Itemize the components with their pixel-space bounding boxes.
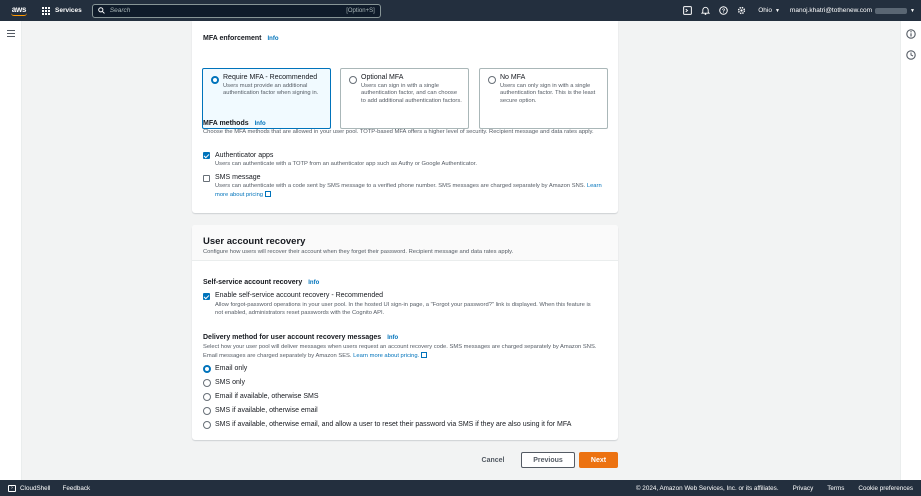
search-input[interactable]	[109, 7, 342, 14]
info-link[interactable]: Info	[255, 121, 266, 127]
grid-icon	[42, 6, 50, 15]
external-link-icon	[421, 351, 428, 358]
hamburger-menu-icon[interactable]	[7, 30, 15, 37]
search-shortcut: [Option+S]	[346, 7, 375, 14]
authenticator-apps-description: Users can authenticate with a TOTP from …	[215, 161, 477, 167]
radio-button[interactable]	[349, 76, 357, 84]
cancel-button[interactable]: Cancel	[476, 453, 510, 467]
cookie-preferences-link[interactable]: Cookie preferences	[858, 485, 913, 492]
radio-sms-otherwise-email[interactable]	[203, 407, 211, 415]
section-header: User account recovery Configure how user…	[192, 225, 618, 261]
console-footer: › CloudShell Feedback © 2024, Amazon Web…	[0, 480, 921, 496]
mfa-enforcement-heading: MFA enforcement Info	[203, 35, 279, 42]
enable-self-service-recovery-label: Enable self-service account recovery - R…	[215, 292, 384, 299]
right-side-rail	[900, 21, 921, 480]
radio-button[interactable]	[488, 76, 496, 84]
sms-message-description: Users can authenticate with a code sent …	[215, 183, 602, 198]
delivery-method-description: Select how your user pool will deliver m…	[203, 344, 597, 359]
delivery-option-label: SMS if available, otherwise email	[215, 407, 318, 414]
search-bar[interactable]: [Option+S]	[91, 3, 381, 18]
section-subtitle: Configure how users will recover their a…	[203, 249, 514, 255]
redacted-account-id	[875, 7, 908, 14]
user-account-recovery-panel: User account recovery Configure how user…	[192, 225, 618, 440]
previous-button[interactable]: Previous	[521, 452, 575, 468]
radio-sms-otherwise-email-allow-mfa-reset[interactable]	[203, 421, 211, 429]
info-link[interactable]: Info	[308, 280, 319, 286]
enable-self-service-recovery-checkbox[interactable]	[203, 293, 210, 300]
aws-logo[interactable]: aws	[8, 3, 30, 19]
left-side-rail	[0, 21, 22, 480]
delivery-method-heading: Delivery method for user account recover…	[203, 334, 399, 341]
delivery-option-label: SMS only	[215, 379, 245, 386]
settings-gear-icon[interactable]	[732, 0, 750, 21]
region-selector[interactable]: Ohio ▼	[758, 7, 780, 14]
external-link-icon	[265, 190, 272, 197]
mfa-methods-description: Choose the MFA methods that are allowed …	[203, 129, 594, 135]
terms-link[interactable]: Terms	[827, 485, 844, 492]
cloudshell-icon[interactable]	[678, 0, 696, 21]
mfa-option-none[interactable]: No MFA Users can only sign in with a sin…	[479, 68, 608, 129]
radio-button[interactable]	[211, 76, 219, 84]
privacy-link[interactable]: Privacy	[793, 485, 814, 492]
notifications-bell-icon[interactable]	[696, 0, 714, 21]
learn-more-pricing-link[interactable]: Learn more about pricing.	[353, 353, 419, 359]
radio-email-otherwise-sms[interactable]	[203, 393, 211, 401]
next-button[interactable]: Next	[579, 452, 618, 468]
svg-text:?: ?	[722, 8, 725, 14]
enable-self-service-recovery-description: Allow forgot-password operations in your…	[215, 302, 591, 316]
top-navigation: aws Services [Option+S] ? Ohio ▼ manoj.k…	[0, 0, 921, 21]
clock-icon[interactable]	[906, 50, 916, 60]
cloudshell-button[interactable]: › CloudShell	[8, 484, 50, 492]
info-link[interactable]: Info	[267, 36, 278, 42]
self-service-recovery-heading: Self-service account recovery Info	[203, 279, 320, 286]
copyright-text: © 2024, Amazon Web Services, Inc. or its…	[635, 484, 779, 492]
caret-down-icon: ▼	[910, 7, 915, 14]
mfa-option-optional[interactable]: Optional MFA Users can sign in with a si…	[340, 68, 469, 129]
info-link[interactable]: Info	[387, 335, 398, 341]
delivery-option-label: Email if available, otherwise SMS	[215, 393, 319, 400]
sms-message-label: SMS message	[215, 174, 261, 181]
help-icon[interactable]: ?	[714, 0, 732, 21]
sms-message-checkbox[interactable]	[203, 175, 210, 182]
info-circle-icon[interactable]	[906, 29, 916, 39]
delivery-option-label: Email only	[215, 365, 248, 372]
authenticator-apps-checkbox[interactable]	[203, 152, 210, 159]
authenticator-apps-label: Authenticator apps	[215, 152, 274, 159]
mfa-methods-heading: MFA methods Info	[203, 120, 266, 127]
services-menu-button[interactable]: Services	[42, 6, 82, 15]
section-title: User account recovery	[203, 236, 306, 247]
search-icon	[97, 7, 105, 14]
feedback-link[interactable]: Feedback	[62, 485, 90, 492]
radio-sms-only[interactable]	[203, 379, 211, 387]
radio-email-only[interactable]	[203, 365, 211, 373]
delivery-option-label: SMS if available, otherwise email, and a…	[215, 421, 572, 428]
terminal-icon: ›	[8, 484, 16, 492]
caret-down-icon: ▼	[774, 7, 780, 14]
mfa-settings-panel: MFA enforcement Info Require MFA - Recomm…	[192, 21, 618, 213]
account-menu[interactable]: manoj.khatri@tothenew.com ▼	[790, 7, 915, 14]
